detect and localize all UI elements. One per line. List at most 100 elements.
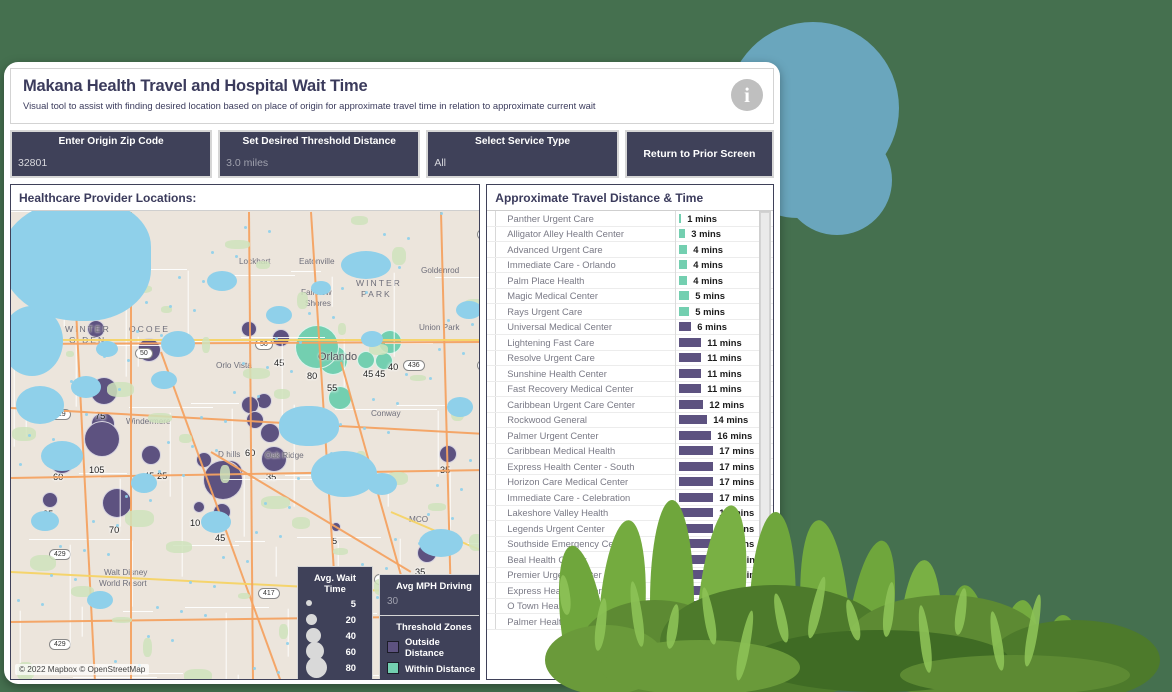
service-type-filter[interactable]: Select Service Type All bbox=[426, 130, 619, 178]
map-green-area bbox=[279, 624, 288, 639]
table-row[interactable]: Immediate Care - Orlando 4 mins bbox=[487, 257, 773, 273]
map-water-pond bbox=[127, 359, 130, 362]
row-indent bbox=[495, 304, 507, 319]
table-row[interactable]: Sunshine Health Center 11 mins bbox=[487, 366, 773, 382]
table-row[interactable]: Express Health Center - South 17 mins bbox=[487, 459, 773, 475]
table-row[interactable]: Lightening Fast Care 11 mins bbox=[487, 335, 773, 351]
legend-wait-item: 60 bbox=[304, 642, 366, 660]
table-row[interactable]: Palmer Urgent Center 16 mins bbox=[487, 428, 773, 444]
table-row[interactable]: Palmer Health Center bbox=[487, 614, 773, 630]
table-row[interactable]: Fast Recovery Medical Center 11 mins bbox=[487, 381, 773, 397]
map-green-area bbox=[392, 247, 406, 265]
map-water-body bbox=[161, 331, 195, 357]
map-road-minor bbox=[243, 470, 245, 537]
map-route-shield: 429 bbox=[477, 229, 480, 240]
table-row[interactable]: Rays Urgent Care 5 mins bbox=[487, 304, 773, 320]
map-place-label: WINTER bbox=[356, 278, 402, 288]
travel-time-bar bbox=[679, 477, 714, 487]
map-provider-bubble[interactable] bbox=[42, 492, 58, 508]
map-water-body bbox=[41, 441, 83, 471]
map-place-label: OCOEE bbox=[129, 324, 171, 334]
travel-time-value: 14 mins bbox=[713, 414, 749, 426]
info-icon[interactable]: i bbox=[731, 79, 763, 111]
map-road-minor bbox=[231, 408, 233, 457]
provider-map[interactable]: 4535355356010452570453560105754545404555… bbox=[11, 211, 480, 679]
dashboard-header: Makana Health Travel and Hospital Wait T… bbox=[10, 68, 774, 124]
map-provider-bubble[interactable] bbox=[141, 445, 161, 465]
threshold-distance-filter[interactable]: Set Desired Threshold Distance 3.0 miles bbox=[218, 130, 421, 178]
map-green-area bbox=[333, 548, 348, 555]
legend-avg-mph[interactable]: Avg MPH Driving 30 bbox=[379, 574, 480, 617]
map-water-body bbox=[311, 281, 331, 295]
row-indent bbox=[495, 474, 507, 489]
map-water-pond bbox=[202, 280, 205, 283]
table-scrollbar-thumb[interactable] bbox=[760, 212, 770, 562]
map-water-body bbox=[96, 341, 118, 357]
map-green-area bbox=[410, 375, 426, 381]
table-row[interactable]: O Town Health Center bbox=[487, 598, 773, 614]
table-row[interactable]: Lakeshore Valley Health 17 mins bbox=[487, 505, 773, 521]
table-row[interactable]: Premier Urgent Center 20 mins bbox=[487, 567, 773, 583]
row-indent bbox=[495, 536, 507, 551]
map-water-pond bbox=[92, 520, 95, 523]
map-water-body bbox=[31, 511, 59, 531]
map-green-area bbox=[148, 413, 172, 423]
table-row[interactable]: Caribbean Medical Health 17 mins bbox=[487, 443, 773, 459]
map-water-pond bbox=[17, 599, 20, 602]
table-row[interactable]: Legends Urgent Center 17 mins bbox=[487, 521, 773, 537]
map-provider-bubble[interactable] bbox=[260, 423, 280, 443]
map-road-minor bbox=[291, 271, 321, 273]
map-water-pond bbox=[246, 560, 249, 563]
table-row[interactable]: Southside Emergency Center 17 mins bbox=[487, 536, 773, 552]
travel-time-value: 17 mins bbox=[719, 522, 755, 534]
row-indent bbox=[495, 521, 507, 536]
map-water-pond bbox=[50, 574, 53, 577]
map-road-minor bbox=[29, 539, 131, 541]
map-bubble-value: 10 bbox=[190, 518, 201, 528]
table-row[interactable]: Immediate Care - Celebration 17 mins bbox=[487, 490, 773, 506]
table-row[interactable]: Magic Medical Center 5 mins bbox=[487, 288, 773, 304]
page-title: Makana Health Travel and Hospital Wait T… bbox=[23, 77, 368, 95]
travel-time-table[interactable]: Panther Urgent Care 1 mins Alligator Alley… bbox=[487, 211, 773, 679]
map-provider-bubble[interactable] bbox=[193, 501, 205, 513]
map-water-pond bbox=[460, 488, 463, 491]
map-water-pond bbox=[114, 660, 117, 663]
map-provider-bubble[interactable] bbox=[84, 421, 120, 457]
map-water-pond bbox=[85, 413, 88, 416]
map-water-pond bbox=[275, 337, 278, 340]
table-row[interactable]: Universal Medical Center 6 mins bbox=[487, 319, 773, 335]
legend-zone-item[interactable]: Within Distance bbox=[387, 662, 479, 674]
travel-time-bar bbox=[679, 384, 702, 394]
map-road-minor bbox=[225, 612, 227, 679]
row-indent bbox=[495, 257, 507, 272]
table-scrollbar[interactable] bbox=[759, 211, 771, 639]
travel-time-value: 5 mins bbox=[695, 305, 725, 317]
travel-time-bar bbox=[679, 415, 708, 425]
provider-name: Resolve Urgent Care bbox=[507, 352, 595, 364]
table-row[interactable]: Palm Place Health 4 mins bbox=[487, 273, 773, 289]
map-water-pond bbox=[116, 524, 119, 527]
table-row[interactable]: Rockwood General 14 mins bbox=[487, 412, 773, 428]
map-panel-title: Healthcare Provider Locations: bbox=[11, 185, 480, 211]
table-row[interactable]: Express Health Center - West 20 mins bbox=[487, 583, 773, 599]
map-water-pond bbox=[385, 567, 388, 570]
return-to-prior-screen-button[interactable]: Return to Prior Screen bbox=[624, 130, 774, 178]
map-water-pond bbox=[429, 377, 432, 380]
table-row[interactable]: Alligator Alley Health Center 3 mins bbox=[487, 226, 773, 242]
map-water-pond bbox=[277, 671, 280, 674]
legend-zone-item[interactable]: Outside Distance bbox=[387, 636, 479, 658]
origin-zip-filter[interactable]: Enter Origin Zip Code 32801 bbox=[10, 130, 213, 178]
table-row[interactable]: Beal Health Center 20 mins bbox=[487, 552, 773, 568]
map-road-minor bbox=[191, 403, 239, 405]
provider-name: Palm Place Health bbox=[507, 274, 585, 286]
table-row[interactable]: Advanced Urgent Care 4 mins bbox=[487, 242, 773, 258]
legend-wait-bubble-icon bbox=[306, 627, 321, 643]
table-row[interactable]: Panther Urgent Care 1 mins bbox=[487, 211, 773, 227]
table-row[interactable]: Caribbean Urgent Care Center 12 mins bbox=[487, 397, 773, 413]
map-water-pond bbox=[136, 330, 139, 333]
legend-wait-item: 40 bbox=[304, 627, 366, 643]
table-row[interactable]: Horizon Care Medical Center 17 mins bbox=[487, 474, 773, 490]
map-water-pond bbox=[83, 549, 86, 552]
map-green-area bbox=[220, 465, 230, 483]
table-row[interactable]: Resolve Urgent Care 11 mins bbox=[487, 350, 773, 366]
